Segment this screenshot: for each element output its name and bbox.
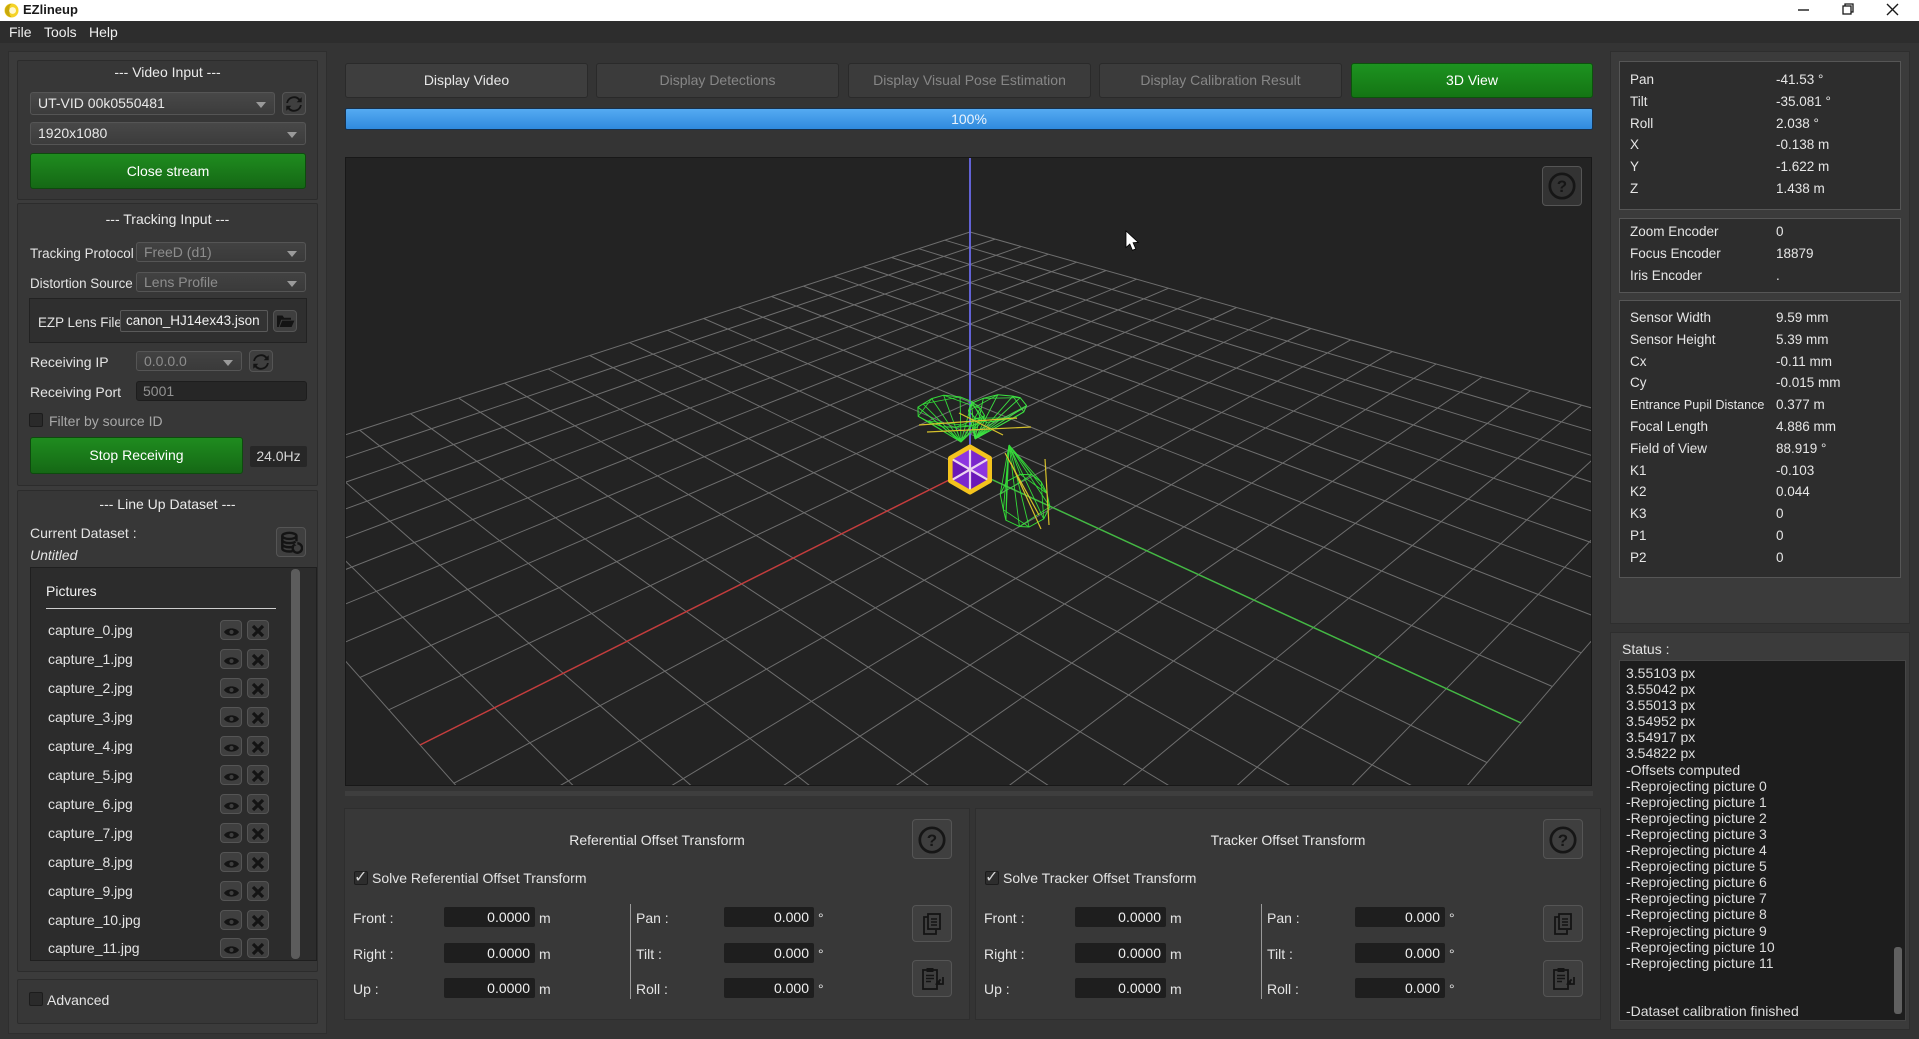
- svg-text:?: ?: [1558, 831, 1568, 850]
- svg-text:?: ?: [927, 831, 937, 850]
- svg-text:?: ?: [1557, 177, 1567, 196]
